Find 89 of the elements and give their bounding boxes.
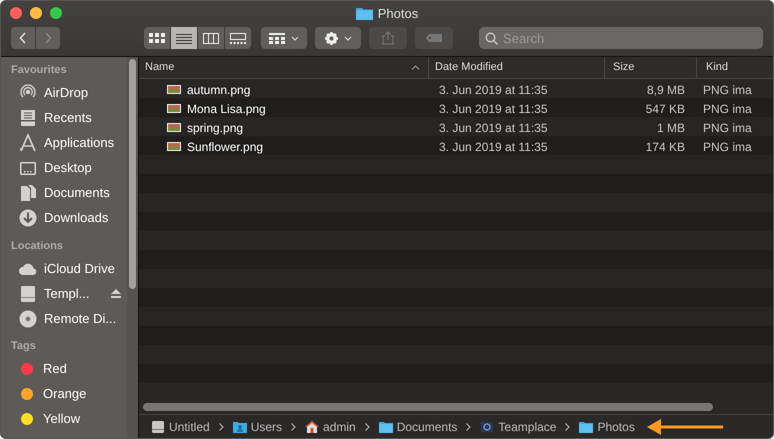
users-folder-icon [232, 420, 247, 434]
column-header[interactable]: Date Modified [429, 57, 605, 78]
disc-icon [18, 308, 38, 328]
action-button[interactable] [315, 27, 361, 49]
kind-cell-text: PNG ima [702, 120, 753, 136]
share-icon [382, 31, 394, 45]
scrollbar-thumb[interactable] [143, 403, 713, 411]
path-item[interactable]: Teamplace [480, 418, 556, 436]
scrollbar-thumb[interactable] [129, 59, 136, 289]
sidebar-item[interactable]: Remote Di... [11, 306, 127, 331]
app-icon [480, 420, 494, 434]
grid-icon [269, 32, 285, 44]
sidebar-item[interactable]: Applications [11, 130, 127, 156]
sidebar-item[interactable]: Documents [11, 180, 127, 206]
grid-icon [149, 32, 165, 44]
kind-cell-text: PNG ima [702, 82, 753, 98]
tray-icon [18, 108, 38, 128]
section-heading: Favourites [11, 63, 68, 78]
image-file-icon [167, 142, 181, 151]
image-file-icon [167, 104, 181, 113]
view-button[interactable] [198, 27, 224, 49]
kind-cell-text: PNG ima [702, 138, 753, 156]
documents-icon [18, 183, 38, 203]
size-cell-text: 174 KB [644, 138, 686, 156]
date-cell-text: 3. Jun 2019 at 11:35 [438, 82, 549, 98]
window-title: Photos [378, 5, 418, 23]
section-heading: Tags [11, 339, 37, 354]
chevron-icon [364, 422, 370, 430]
path-item[interactable]: Documents [378, 418, 458, 436]
sidebar-item[interactable]: Red [11, 356, 127, 382]
gear-icon [324, 32, 338, 44]
drive-icon [151, 420, 165, 434]
column-header[interactable]: Name [139, 57, 429, 78]
view-button[interactable] [225, 27, 251, 49]
file-name[interactable]: spring.png [139, 118, 429, 136]
back-button[interactable] [11, 27, 35, 49]
forward-icon [44, 32, 52, 44]
tag-icon [426, 34, 442, 42]
path-item[interactable]: Photos [579, 418, 635, 436]
column-header[interactable]: Kind [697, 57, 773, 78]
minimize-button[interactable] [30, 7, 42, 19]
file-name[interactable]: Mona Lisa.png [139, 100, 429, 118]
sidebar-item[interactable]: Orange [11, 382, 127, 406]
chevron-icon [218, 422, 224, 430]
column-header[interactable]: Size [605, 57, 697, 78]
sidebar-item[interactable]: Templ... [11, 281, 127, 306]
date-cell-text: 3. Jun 2019 at 11:35 [438, 100, 549, 118]
image-file-icon [167, 123, 181, 132]
caret-icon [291, 36, 299, 40]
sidebar-item[interactable]: AirDrop [11, 80, 127, 106]
columns-icon [203, 32, 219, 44]
view-button[interactable] [144, 27, 170, 49]
size-cell-text: 1 MB [656, 120, 686, 136]
sidebar-item[interactable]: Yellow [11, 406, 127, 432]
chevron-icon [291, 422, 296, 430]
zoom-button[interactable] [50, 7, 62, 19]
chevron-icon [565, 422, 570, 430]
path-item[interactable]: Users [232, 418, 282, 436]
kind-cell-text: PNG ima [702, 100, 753, 118]
gallery-icon [230, 32, 246, 44]
download-icon [18, 208, 38, 228]
path-item[interactable]: Untitled [151, 418, 210, 436]
folder-icon [579, 420, 594, 434]
eject-icon[interactable] [111, 289, 121, 298]
sidebar-item[interactable]: Recents [11, 106, 127, 130]
path-item[interactable]: admin [305, 418, 356, 436]
file-name[interactable]: Sunflower.png [139, 138, 429, 156]
view-button[interactable] [171, 27, 197, 49]
drive-icon [18, 284, 38, 304]
image-file-icon [167, 85, 181, 94]
date-cell-text: 3. Jun 2019 at 11:35 [438, 120, 549, 136]
folder-icon [356, 7, 373, 20]
sidebar-item[interactable]: Downloads [11, 206, 127, 230]
home-icon [305, 420, 320, 434]
back-icon [19, 32, 27, 44]
list-icon [176, 32, 192, 44]
file-name[interactable]: autumn.png [139, 80, 429, 98]
size-cell-text: 547 KB [644, 100, 686, 118]
close-button[interactable] [10, 7, 22, 19]
applications-icon [18, 133, 38, 153]
sidebar-item[interactable]: iCloud Drive [11, 256, 127, 281]
date-cell-text: 3. Jun 2019 at 11:35 [438, 138, 549, 156]
section-heading: Locations [11, 238, 64, 254]
group-button[interactable] [261, 27, 307, 49]
chevron-icon [466, 422, 472, 430]
caret-icon [344, 36, 352, 40]
size-cell-text: 8,9 MB [646, 82, 686, 98]
folder-icon [378, 420, 393, 434]
sidebar-item[interactable]: Desktop [11, 156, 127, 180]
